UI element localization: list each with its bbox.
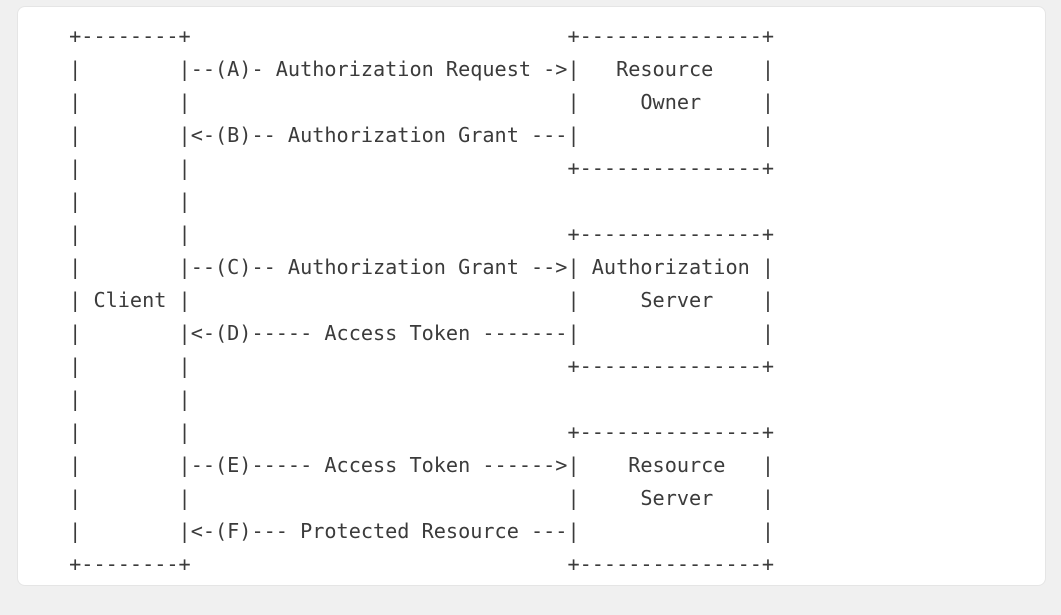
ascii-line: +--------+ +---------------+ bbox=[57, 24, 775, 48]
ascii-line: | | +---------------+ bbox=[57, 354, 775, 378]
ascii-protocol-flow-diagram: +--------+ +---------------+ | |--(A)- A… bbox=[57, 20, 774, 581]
ascii-line: +--------+ +---------------+ bbox=[57, 552, 775, 576]
diagram-card: +--------+ +---------------+ | |--(A)- A… bbox=[18, 7, 1045, 585]
ascii-line: | | +---------------+ bbox=[57, 222, 775, 246]
ascii-line: | |--(E)----- Access Token ------>| Reso… bbox=[57, 453, 775, 477]
ascii-line: | |--(C)-- Authorization Grant -->| Auth… bbox=[57, 255, 775, 279]
ascii-line: | |<-(F)--- Protected Resource ---| | bbox=[57, 519, 775, 543]
ascii-line: | | bbox=[57, 189, 191, 213]
ascii-line: | | | Owner | bbox=[57, 90, 775, 114]
ascii-line: | | +---------------+ bbox=[57, 420, 775, 444]
ascii-line: | |<-(B)-- Authorization Grant ---| | bbox=[57, 123, 775, 147]
ascii-line: | | +---------------+ bbox=[57, 156, 775, 180]
ascii-line: | |<-(D)----- Access Token -------| | bbox=[57, 321, 775, 345]
ascii-line: | | | Server | bbox=[57, 486, 775, 510]
ascii-line: | | bbox=[57, 387, 191, 411]
ascii-line: | |--(A)- Authorization Request ->| Reso… bbox=[57, 57, 775, 81]
ascii-line: | Client | | Server | bbox=[57, 288, 775, 312]
